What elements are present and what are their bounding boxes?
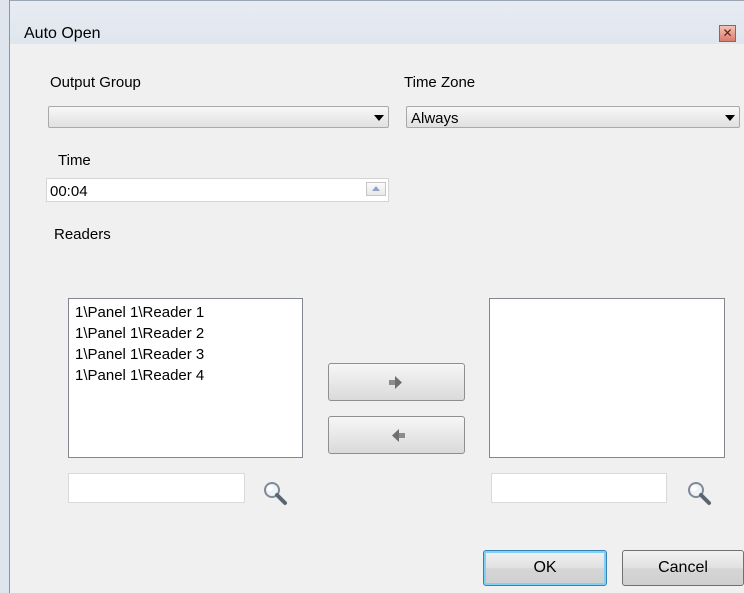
list-item[interactable]: 1\Panel 1\Reader 4 bbox=[75, 368, 204, 383]
output-group-label: Output Group bbox=[50, 74, 141, 91]
selected-search-input[interactable] bbox=[491, 473, 667, 503]
available-search-input[interactable] bbox=[68, 473, 245, 503]
remove-reader-button[interactable] bbox=[328, 416, 465, 454]
arrow-left-icon bbox=[392, 429, 405, 442]
list-item[interactable]: 1\Panel 1\Reader 1 bbox=[75, 305, 204, 320]
cancel-button[interactable]: Cancel bbox=[622, 550, 744, 586]
window-border bbox=[0, 0, 10, 593]
window-title: Auto Open bbox=[24, 25, 101, 42]
output-group-dropdown[interactable] bbox=[48, 106, 389, 128]
selected-readers-list[interactable] bbox=[489, 298, 725, 458]
arrow-right-icon bbox=[389, 376, 402, 389]
time-label: Time bbox=[58, 152, 91, 169]
close-icon[interactable]: ✕ bbox=[719, 25, 736, 42]
ok-button[interactable]: OK bbox=[483, 550, 607, 586]
chevron-down-icon bbox=[374, 115, 384, 121]
chevron-down-icon bbox=[725, 115, 735, 121]
time-zone-label: Time Zone bbox=[404, 74, 476, 91]
time-zone-dropdown[interactable]: Always bbox=[406, 106, 740, 128]
search-icon[interactable] bbox=[686, 480, 712, 506]
time-field[interactable]: 00:04 bbox=[46, 178, 389, 202]
time-value: 00:04 bbox=[50, 183, 88, 200]
readers-label: Readers bbox=[54, 226, 111, 243]
time-zone-value: Always bbox=[411, 110, 459, 127]
list-item[interactable]: 1\Panel 1\Reader 3 bbox=[75, 347, 204, 362]
spin-up-button[interactable] bbox=[366, 182, 386, 196]
auto-open-dialog: Auto Open ✕ Output Group Time Zone Alway… bbox=[0, 0, 744, 593]
available-readers-list[interactable]: 1\Panel 1\Reader 1 1\Panel 1\Reader 2 1\… bbox=[68, 298, 303, 458]
search-icon[interactable] bbox=[262, 480, 288, 506]
add-reader-button[interactable] bbox=[328, 363, 465, 401]
list-item[interactable]: 1\Panel 1\Reader 2 bbox=[75, 326, 204, 341]
dialog-body: Output Group Time Zone Always Time 00:04… bbox=[10, 44, 744, 593]
